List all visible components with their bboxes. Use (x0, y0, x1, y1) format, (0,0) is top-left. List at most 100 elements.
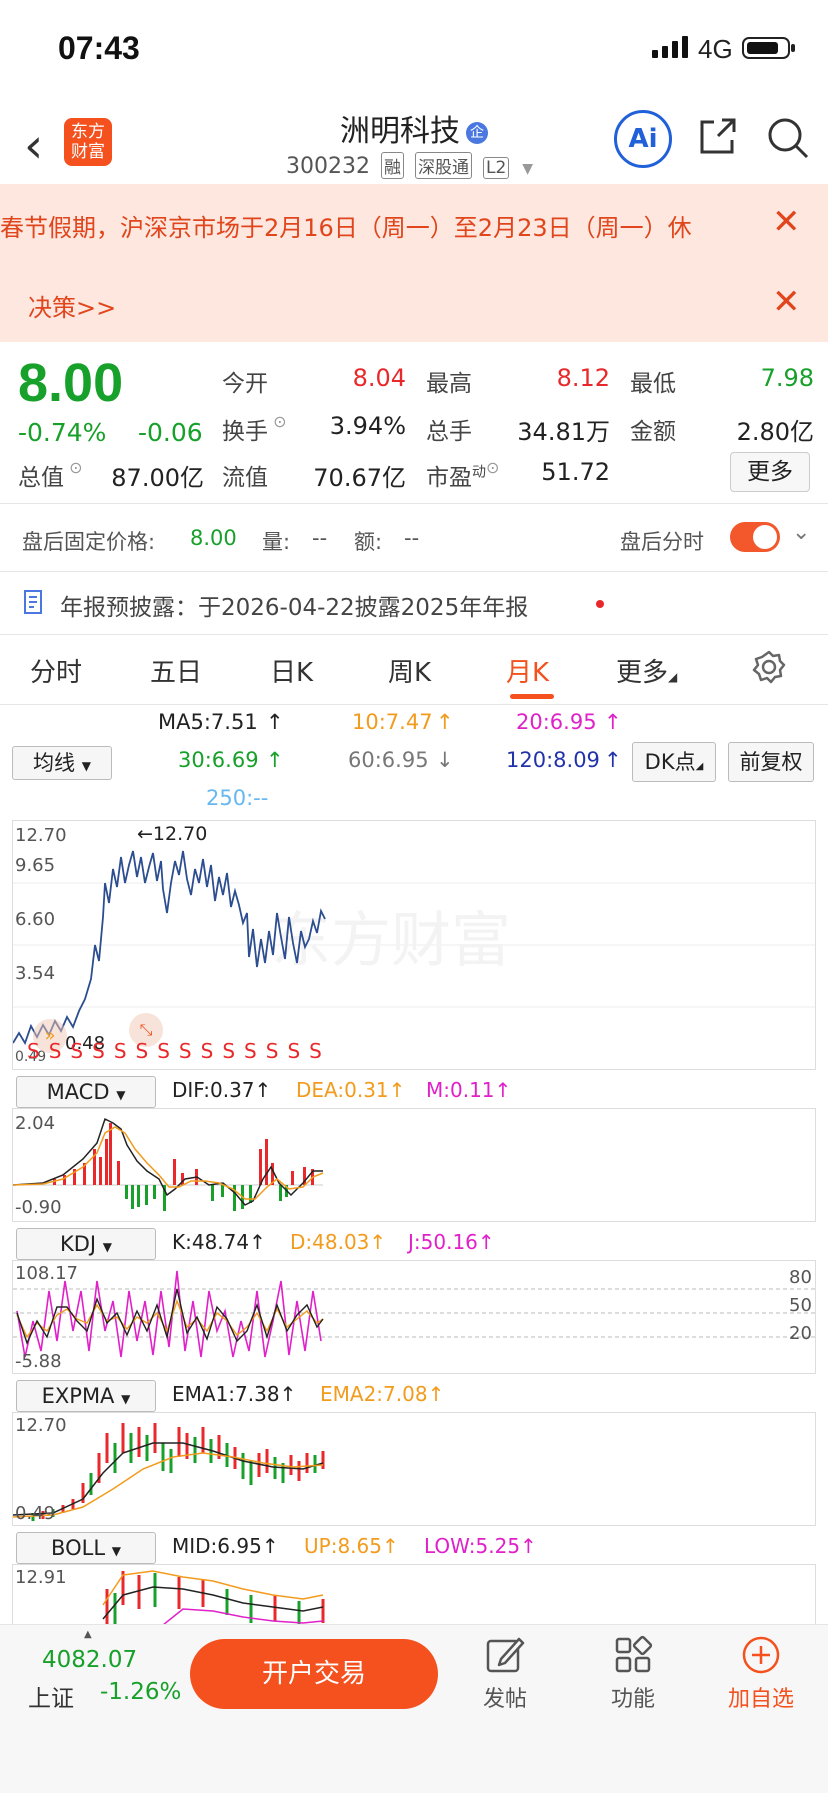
index-change[interactable]: -1.26% (100, 1679, 181, 1705)
report-notice[interactable]: 年报预披露：于2026-04-22披露2025年年报 (0, 572, 828, 634)
kdj-y-top: 108.17 (15, 1263, 78, 1284)
macd-selector[interactable]: MACD ▼ (16, 1076, 156, 1108)
expma-chart[interactable]: 12.70 0.49 (12, 1412, 816, 1526)
ma5-arrow: ↑ (266, 710, 284, 734)
ai-button[interactable]: Ai (614, 110, 672, 168)
boll-chart[interactable]: 12.91 (12, 1564, 816, 1624)
after-volume-value: -- (312, 526, 328, 550)
kdj-chart[interactable]: 108.17 -5.88 80 50 20 (12, 1260, 816, 1374)
enterprise-badge: 企 (466, 121, 488, 144)
ma60-arrow: ↓ (436, 748, 454, 772)
boll-low: LOW:5.25↑ (424, 1534, 537, 1558)
post-button[interactable]: 发帖 (460, 1635, 550, 1713)
macd-dea: DEA:0.31↑ (296, 1078, 406, 1102)
float-label: 流值 (222, 465, 268, 491)
pe-label[interactable]: 市盈动⊙ (426, 458, 499, 492)
kdj-k: K:48.74↑ (172, 1230, 266, 1254)
gear-icon[interactable] (752, 650, 786, 684)
unread-dot (596, 600, 604, 608)
more-button[interactable]: 更多 (730, 452, 810, 492)
function-button[interactable]: 功能 (588, 1635, 678, 1713)
low-value: 7.98 (760, 364, 814, 392)
ma250-label: 250:-- (206, 786, 269, 810)
ma5-label: MA5:7.51 (158, 710, 258, 734)
close-icon[interactable]: ✕ (772, 202, 801, 242)
open-label: 今开 (222, 371, 268, 397)
plus-circle-icon (742, 1636, 780, 1674)
after-hours-row: 盘后固定价格: 8.00 量: -- 额: -- 盘后分时 ⌄ (0, 504, 828, 572)
tab-weekly-k[interactable]: 周K (388, 652, 431, 689)
ma20-arrow: ↑ (604, 710, 622, 734)
notice-banner: 春节假期，沪深京市场于2月16日（周一）至2月23日（周一）休 ✕ 决策>> ✕ (0, 184, 828, 342)
ma60-label: 60:6.95 (348, 748, 429, 772)
kdj-selector[interactable]: KDJ ▼ (16, 1228, 156, 1260)
low-label: 最低 (630, 371, 676, 397)
tag-shenzhen-connect: 深股通 (414, 152, 472, 179)
float-value: 70.67亿 (313, 464, 406, 492)
change-amount: -0.06 (138, 418, 203, 447)
expma-y-top: 12.70 (15, 1415, 67, 1436)
macd-chart[interactable]: 2.04 -0.90 (12, 1108, 816, 1222)
open-account-trade-button[interactable]: 开户交易 (190, 1639, 438, 1709)
after-price-label: 盘后固定价格: (22, 530, 156, 554)
mktcap-value: 87.00亿 (111, 464, 204, 492)
notice-text-2[interactable]: 决策>> (28, 288, 116, 323)
close-icon[interactable]: ✕ (772, 282, 801, 322)
stock-name: 洲明科技 (340, 114, 460, 149)
expma-ema2: EMA2:7.08↑ (320, 1382, 445, 1406)
tab-monthly-k[interactable]: 月K (506, 652, 549, 689)
search-icon[interactable] (766, 116, 810, 160)
chevron-up-icon[interactable]: ▲ (84, 1629, 92, 1640)
notice-text-1: 春节假期，沪深京市场于2月16日（周一）至2月23日（周一）休 (0, 214, 692, 242)
notice-line-1[interactable]: 春节假期，沪深京市场于2月16日（周一）至2月23日（周一）休 (0, 184, 760, 264)
volume-label: 总手 (426, 419, 472, 445)
quote-panel: 8.00 -0.74% -0.06 今开 8.04 最高 8.12 最低 7.9… (0, 342, 828, 502)
tab-more[interactable]: 更多◢ (616, 652, 677, 689)
tab-daily-k[interactable]: 日K (270, 652, 313, 689)
adjust-button[interactable]: 前复权 (728, 742, 814, 782)
macd-dif: DIF:0.37↑ (172, 1078, 272, 1102)
high-value: 8.12 (556, 364, 610, 392)
boll-mid: MID:6.95↑ (172, 1534, 279, 1558)
share-icon[interactable] (696, 116, 738, 158)
turnover-label[interactable]: 换手 ⊙ (222, 412, 287, 446)
bottom-toolbar: ▲ 4082.07 上证 -1.26% 开户交易 发帖 功能 加自选 (0, 1624, 828, 1793)
expma-selector[interactable]: EXPMA ▼ (16, 1380, 156, 1412)
tab-five-day[interactable]: 五日 (150, 652, 202, 689)
after-volume-label: 量: (262, 530, 291, 554)
mktcap-label[interactable]: 总值 ⊙ (18, 458, 83, 492)
dk-point-button[interactable]: DK点◢ (632, 742, 716, 782)
kdj-y-bottom: -5.88 (15, 1351, 62, 1372)
boll-selector[interactable]: BOLL ▼ (16, 1532, 156, 1564)
after-price-value: 8.00 (190, 526, 237, 550)
ma-selector[interactable]: 均线 ▼ (12, 746, 112, 780)
kdj-level-20: 20 (789, 1323, 812, 1344)
ma20-label: 20:6.95 (516, 710, 597, 734)
signal-marks: SSSSSSSSSSSSSS (27, 1039, 331, 1063)
tag-margin: 融 (380, 152, 404, 179)
after-amount-label: 额: (354, 530, 383, 554)
ma10-arrow: ↑ (436, 710, 454, 734)
add-watchlist-button[interactable]: 加自选 (716, 1635, 806, 1713)
battery-icon (742, 37, 795, 59)
amount-label: 金额 (630, 419, 676, 445)
kdj-j: J:50.16↑ (408, 1230, 495, 1254)
boll-y-top: 12.91 (15, 1567, 67, 1588)
stock-code-row[interactable]: 300232 融 深股通 L2 ▼ (286, 152, 533, 179)
ma120-label: 120:8.09 (506, 748, 600, 772)
current-price: 8.00 (18, 353, 124, 413)
macd-y-top: 2.04 (15, 1113, 56, 1134)
expma-ema1: EMA1:7.38↑ (172, 1382, 297, 1406)
info-icon: ⊙ (486, 458, 500, 477)
after-hours-toggle[interactable] (730, 522, 780, 552)
y-axis-label: 12.70 (15, 825, 67, 846)
kline-chart[interactable]: 东方财富 12.70 9.65 6.60 3.54 0.49 ←12.70 0.… (12, 820, 816, 1070)
index-name[interactable]: 上证 (28, 1679, 74, 1713)
open-value: 8.04 (352, 364, 406, 392)
edit-icon (486, 1637, 525, 1673)
tab-intraday[interactable]: 分时 (30, 652, 82, 689)
chevron-down-icon[interactable]: ⌄ (792, 520, 810, 545)
boll-up: UP:8.65↑ (304, 1534, 399, 1558)
network-label: 4G (698, 34, 733, 64)
index-value[interactable]: 4082.07 (42, 1647, 137, 1673)
